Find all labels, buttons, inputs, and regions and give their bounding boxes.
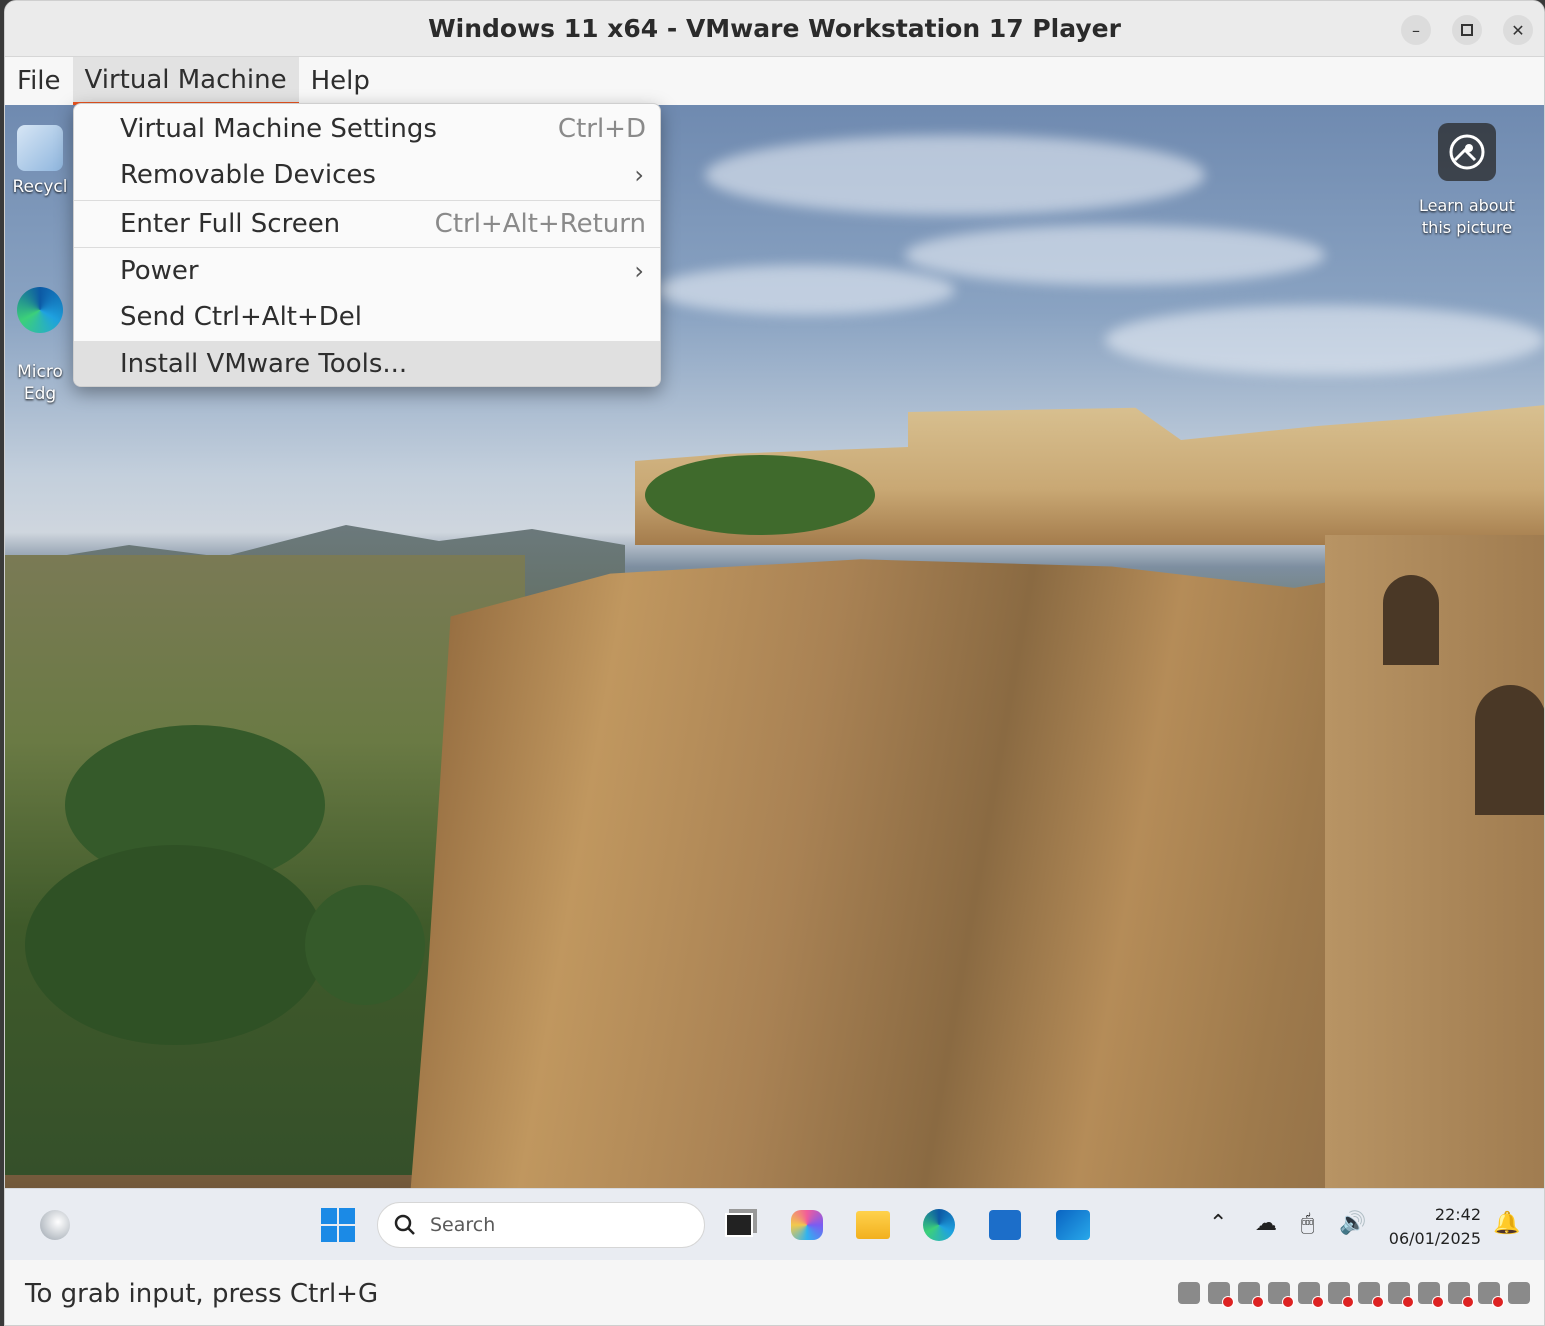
store-icon bbox=[989, 1210, 1021, 1240]
recycle-bin-icon bbox=[17, 125, 63, 171]
menu-help[interactable]: Help bbox=[299, 57, 382, 105]
edge-icon bbox=[17, 287, 63, 333]
camera-icon bbox=[1438, 123, 1496, 181]
window-title: Windows 11 x64 - VMware Workstation 17 P… bbox=[428, 14, 1121, 43]
menu-item-label: Install VMware Tools... bbox=[120, 349, 408, 379]
start-button[interactable] bbox=[320, 1207, 356, 1243]
virtual-machine-menu: Virtual Machine Settings Ctrl+D Removabl… bbox=[73, 103, 661, 387]
outlook-icon bbox=[1056, 1210, 1090, 1240]
vmware-window: Windows 11 x64 - VMware Workstation 17 P… bbox=[4, 0, 1545, 1326]
minimize-icon: – bbox=[1412, 20, 1420, 40]
bell-icon: 🔔 bbox=[1493, 1211, 1521, 1236]
weather-icon bbox=[40, 1210, 70, 1240]
file-explorer-button[interactable] bbox=[855, 1207, 891, 1243]
notifications-button[interactable]: 🔔 bbox=[1493, 1211, 1520, 1236]
menu-item-vm-settings[interactable]: Virtual Machine Settings Ctrl+D bbox=[74, 106, 660, 152]
menu-item-shortcut: Ctrl+D bbox=[557, 114, 646, 144]
menu-item-label: Virtual Machine Settings bbox=[120, 114, 437, 144]
bluetooth-icon[interactable] bbox=[1358, 1282, 1384, 1308]
minimize-button[interactable]: – bbox=[1401, 15, 1431, 45]
menu-item-power[interactable]: Power › bbox=[74, 248, 660, 294]
usb-device-icon[interactable] bbox=[1478, 1282, 1504, 1308]
desktop-icon-label: Recycl bbox=[12, 177, 68, 197]
learn-about-line1: Learn about bbox=[1419, 196, 1515, 215]
usb-controller-icon[interactable] bbox=[1268, 1282, 1294, 1308]
menu-item-send-ctrl-alt-del[interactable]: Send Ctrl+Alt+Del bbox=[74, 294, 660, 340]
menu-item-install-vmware-tools[interactable]: Install VMware Tools... bbox=[74, 341, 660, 386]
outlook-button[interactable] bbox=[1055, 1207, 1091, 1243]
volume-status[interactable]: 🔊 bbox=[1339, 1211, 1366, 1236]
copilot-button[interactable] bbox=[789, 1207, 825, 1243]
maximize-button[interactable] bbox=[1452, 15, 1482, 45]
clock-date: 06/01/2025 bbox=[1388, 1229, 1481, 1248]
usb-device-icon[interactable] bbox=[1298, 1282, 1324, 1308]
status-message: To grab input, press Ctrl+G bbox=[25, 1278, 379, 1309]
edge-icon bbox=[923, 1209, 955, 1241]
desktop-icon-label: Micro Edg bbox=[17, 362, 63, 404]
learn-about-line2: this picture bbox=[1421, 218, 1513, 237]
network-icon: 🖱 bbox=[1301, 1211, 1315, 1236]
usb-device-icon[interactable] bbox=[1418, 1282, 1444, 1308]
chevron-right-icon: › bbox=[634, 161, 644, 189]
message-log-icon[interactable] bbox=[1508, 1282, 1530, 1304]
store-button[interactable] bbox=[987, 1207, 1023, 1243]
chevron-up-icon: ⌃ bbox=[1209, 1211, 1228, 1236]
speaker-icon: 🔊 bbox=[1339, 1211, 1367, 1236]
network-status[interactable]: 🖱 bbox=[1301, 1211, 1314, 1236]
clock-time: 22:42 bbox=[1434, 1205, 1481, 1224]
close-icon: ✕ bbox=[1511, 20, 1525, 40]
learn-about-picture[interactable]: Learn about this picture bbox=[1412, 123, 1522, 239]
desktop-icon-edge[interactable]: Micro Edg bbox=[5, 265, 75, 427]
task-view-icon bbox=[725, 1213, 753, 1237]
chevron-right-icon: › bbox=[634, 257, 644, 285]
windows-taskbar: Search ⌃ ☁ 🖱 🔊 22:42 06/01/2025 🔔 bbox=[5, 1188, 1544, 1260]
usb-device-icon[interactable] bbox=[1328, 1282, 1354, 1308]
menu-item-shortcut: Ctrl+Alt+Return bbox=[434, 209, 646, 239]
menu-item-enter-full-screen[interactable]: Enter Full Screen Ctrl+Alt+Return bbox=[74, 201, 660, 247]
show-hidden-icons-button[interactable]: ⌃ bbox=[1209, 1211, 1227, 1236]
title-bar: Windows 11 x64 - VMware Workstation 17 P… bbox=[5, 1, 1544, 57]
desktop-icon-recycle-bin[interactable]: Recycl bbox=[5, 125, 75, 197]
menu-virtual-machine[interactable]: Virtual Machine bbox=[72, 57, 299, 105]
menu-file[interactable]: File bbox=[5, 57, 73, 105]
hard-disk-icon[interactable] bbox=[1178, 1282, 1200, 1304]
cd-drive-icon[interactable] bbox=[1208, 1282, 1234, 1308]
maximize-icon bbox=[1461, 24, 1473, 36]
task-view-button[interactable] bbox=[721, 1207, 757, 1243]
taskbar-clock[interactable]: 22:42 06/01/2025 bbox=[1385, 1203, 1481, 1251]
onedrive-status[interactable]: ☁ bbox=[1255, 1211, 1277, 1236]
usb-device-icon[interactable] bbox=[1388, 1282, 1414, 1308]
menu-item-label: Send Ctrl+Alt+Del bbox=[120, 302, 363, 332]
network-adapter-icon[interactable] bbox=[1238, 1282, 1264, 1308]
edge-button[interactable] bbox=[921, 1207, 957, 1243]
menu-item-label: Power bbox=[120, 256, 199, 286]
device-icons bbox=[1178, 1282, 1530, 1308]
menu-item-removable-devices[interactable]: Removable Devices › bbox=[74, 152, 660, 198]
folder-icon bbox=[856, 1211, 890, 1239]
menu-item-label: Removable Devices bbox=[120, 160, 376, 190]
windows-logo-icon bbox=[321, 1208, 355, 1242]
cloud-off-icon: ☁ bbox=[1255, 1211, 1277, 1236]
menu-item-label: Enter Full Screen bbox=[120, 209, 341, 239]
copilot-icon bbox=[791, 1210, 823, 1240]
close-button[interactable]: ✕ bbox=[1503, 15, 1533, 45]
menu-bar: File Virtual Machine Help bbox=[5, 57, 1544, 105]
taskbar-search[interactable]: Search bbox=[377, 1202, 705, 1248]
widgets-button[interactable] bbox=[37, 1207, 73, 1243]
search-icon bbox=[394, 1214, 415, 1235]
status-bar: To grab input, press Ctrl+G bbox=[5, 1260, 1544, 1325]
sound-card-icon[interactable] bbox=[1448, 1282, 1474, 1308]
search-placeholder: Search bbox=[430, 1214, 496, 1236]
